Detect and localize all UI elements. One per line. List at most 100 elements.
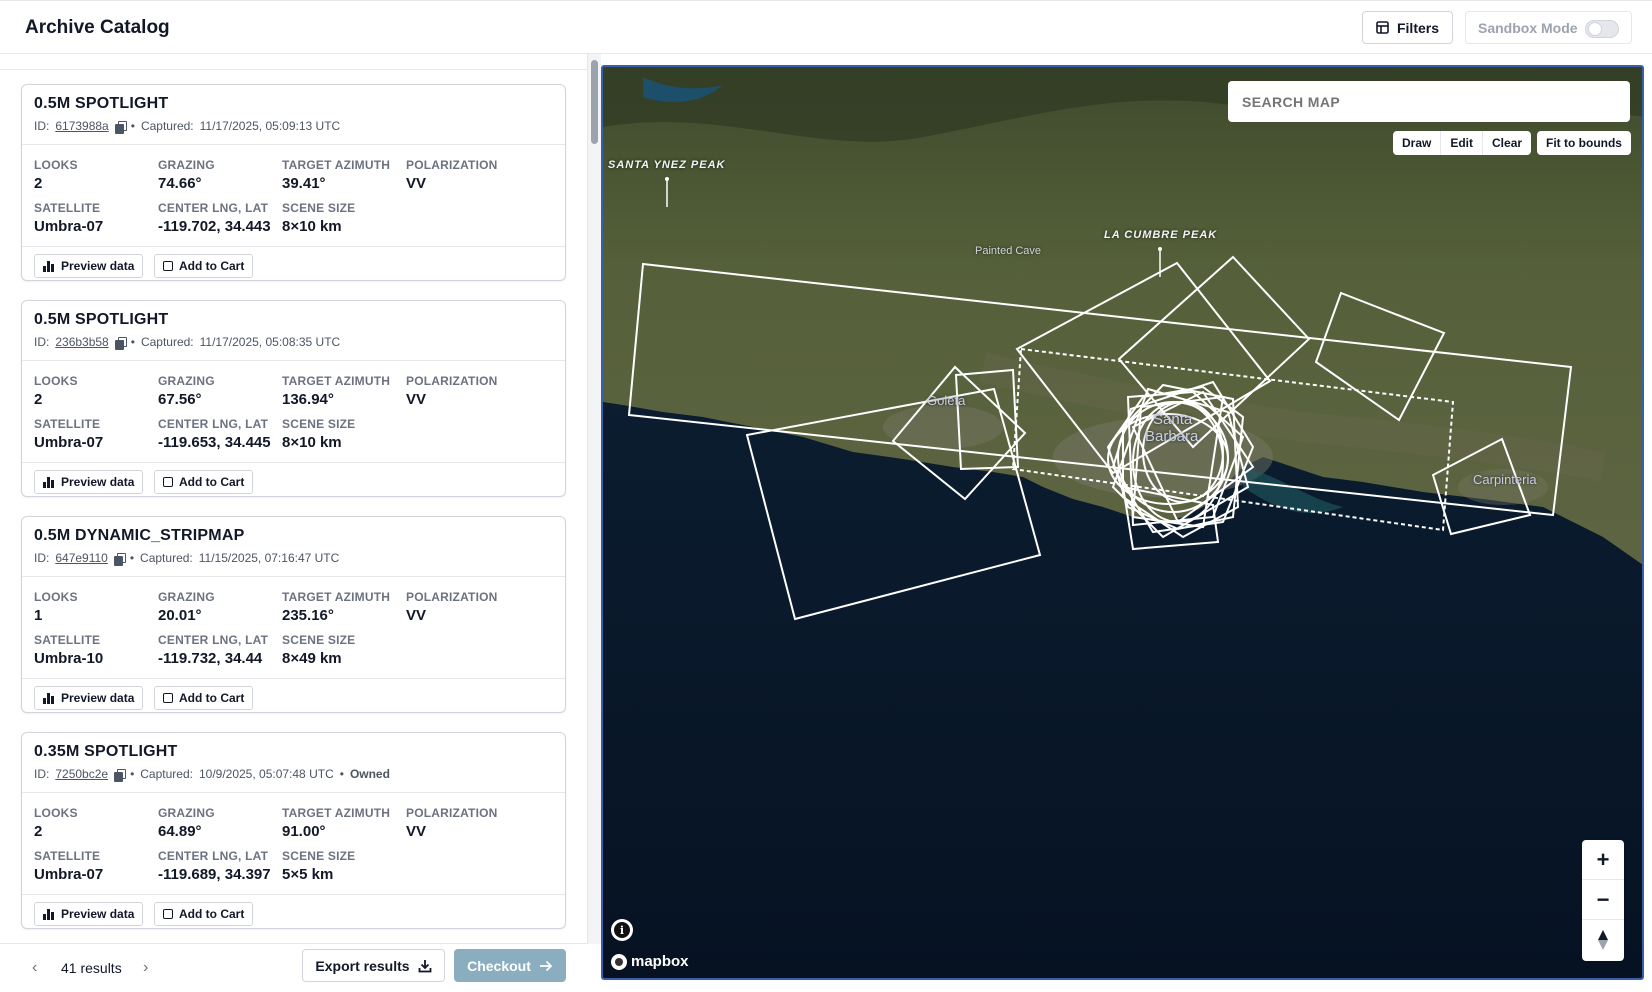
target-azimuth-value: 91.00°	[282, 823, 326, 840]
toggle-switch[interactable]	[1585, 20, 1619, 38]
preview-data-label: Preview data	[61, 259, 135, 273]
captured-date: 11/17/2025, 05:08:35 UTC	[199, 335, 341, 349]
id-prefix: ID:	[34, 335, 50, 349]
result-card[interactable]: 0.5M SPOTLIGHT ID: 236b3b58 • Captured: 11/17…	[21, 300, 566, 497]
results-scrollbar[interactable]	[587, 54, 601, 944]
looks-label: LOOKS	[34, 806, 78, 820]
previous-page-icon[interactable]: ‹	[32, 959, 37, 977]
satellite-value: Umbra-07	[34, 434, 104, 451]
export-label: Export results	[315, 957, 410, 974]
polarization-value: VV	[406, 391, 427, 408]
edit-button[interactable]: Edit	[1441, 131, 1484, 155]
meta-separator: •	[130, 335, 135, 349]
preview-data-label: Preview data	[61, 475, 135, 489]
polarization-label: POLARIZATION	[406, 590, 498, 604]
result-meta: ID: 7250bc2e • Captured: 10/9/2025, 05:07:48…	[34, 767, 390, 782]
preview-data-button[interactable]: Preview data	[34, 902, 144, 926]
divider	[0, 69, 587, 70]
copy-icon[interactable]	[114, 336, 127, 350]
draw-button[interactable]: Draw	[1393, 131, 1442, 155]
captured-prefix: Captured:	[140, 119, 194, 133]
satellite-label: SATELLITE	[34, 417, 101, 431]
polarization-value: VV	[406, 607, 427, 624]
filters-button[interactable]: Filters	[1362, 11, 1453, 44]
preview-data-button[interactable]: Preview data	[34, 686, 144, 710]
results-panel: 0.5M SPOTLIGHT ID: 6173988a • Captured: 11/17…	[0, 54, 588, 944]
polarization-value: VV	[406, 823, 427, 840]
scene-size-value: 8×49 km	[282, 650, 342, 667]
sandbox-label: Sandbox Mode	[1478, 19, 1578, 36]
add-to-cart-button[interactable]: Add to Cart	[154, 686, 254, 710]
result-id-link[interactable]: 647e9110	[55, 551, 108, 565]
preview-data-button[interactable]: Preview data	[34, 470, 144, 494]
result-card[interactable]: 0.5M DYNAMIC_STRIPMAP ID: 647e9110 • Capture…	[21, 516, 566, 713]
looks-label: LOOKS	[34, 590, 78, 604]
meta-separator: •	[130, 119, 135, 133]
checkout-button[interactable]: Checkout	[454, 949, 566, 982]
add-to-cart-button[interactable]: Add to Cart	[154, 902, 254, 926]
filter-icon	[1376, 21, 1389, 34]
divider	[22, 144, 565, 145]
chart-icon	[43, 260, 55, 272]
meta-separator: •	[129, 551, 135, 565]
scene-size-label: SCENE SIZE	[282, 201, 356, 215]
zoom-in-icon[interactable]: +	[1582, 840, 1624, 880]
result-meta: ID: 6173988a • Captured: 11/17/2025, 05:09:1…	[34, 119, 340, 134]
scene-size-value: 8×10 km	[282, 434, 342, 451]
result-title: 0.5M SPOTLIGHT	[34, 95, 169, 112]
center-value: -119.653, 34.445	[158, 434, 271, 451]
id-prefix: ID:	[34, 767, 50, 781]
satellite-label: SATELLITE	[34, 849, 101, 863]
download-icon	[418, 959, 431, 972]
map-label-la-cumbre-peak: LA CUMBRE PEAK	[1104, 229, 1218, 241]
center-label: CENTER LNG, LAT	[158, 633, 269, 647]
map-label-goleta: Goleta	[927, 393, 966, 408]
clear-button[interactable]: Clear	[1483, 131, 1531, 155]
looks-value: 2	[34, 175, 43, 192]
result-card[interactable]: 0.35M SPOTLIGHT ID: 7250bc2e • Captured: 10/9…	[21, 732, 566, 929]
grazing-label: GRAZING	[158, 158, 215, 172]
divider	[22, 360, 565, 361]
compass-reset-icon[interactable]	[1582, 920, 1624, 960]
grazing-value: 67.56°	[158, 391, 202, 408]
results-count: 41 results	[61, 960, 122, 976]
looks-label: LOOKS	[34, 158, 78, 172]
result-id-link[interactable]: 7250bc2e	[55, 767, 108, 781]
export-results-button[interactable]: Export results	[302, 949, 445, 982]
add-to-cart-button[interactable]: Add to Cart	[154, 470, 254, 494]
copy-icon[interactable]	[113, 552, 126, 566]
center-value: -119.689, 34.397	[158, 866, 271, 883]
grazing-label: GRAZING	[158, 806, 215, 820]
meta-separator: •	[130, 767, 135, 781]
map-label-carpinteria: Carpinteria	[1473, 472, 1537, 487]
satellite-basemap	[603, 67, 1642, 978]
map-label-santa-ynez-peak: SANTA YNEZ PEAK	[608, 159, 726, 171]
result-id-link[interactable]: 236b3b58	[55, 335, 108, 349]
scroll-thumb[interactable]	[591, 60, 598, 144]
divider	[22, 462, 565, 463]
zoom-controls: + −	[1582, 840, 1624, 961]
map-view[interactable]: SANTA YNEZ PEAK LA CUMBRE PEAK Painted C…	[601, 65, 1644, 980]
polarization-label: POLARIZATION	[406, 374, 498, 388]
info-icon[interactable]: i	[611, 919, 633, 941]
target-azimuth-label: TARGET AZIMUTH	[282, 374, 391, 388]
fit-to-bounds-button[interactable]: Fit to bounds	[1537, 131, 1631, 155]
zoom-out-icon[interactable]: −	[1582, 880, 1624, 920]
satellite-value: Umbra-10	[34, 650, 104, 667]
preview-data-label: Preview data	[61, 907, 135, 921]
sandbox-mode-toggle[interactable]: Sandbox Mode	[1465, 11, 1632, 44]
map-search-input[interactable]	[1228, 81, 1630, 122]
copy-icon[interactable]	[114, 768, 127, 782]
copy-icon[interactable]	[114, 120, 127, 134]
checkbox-icon	[163, 477, 173, 487]
result-card[interactable]: 0.5M SPOTLIGHT ID: 6173988a • Captured: 11/17…	[21, 84, 566, 281]
target-azimuth-label: TARGET AZIMUTH	[282, 590, 391, 604]
add-to-cart-button[interactable]: Add to Cart	[154, 254, 254, 278]
result-id-link[interactable]: 6173988a	[55, 119, 108, 133]
preview-data-button[interactable]: Preview data	[34, 254, 144, 278]
polarization-label: POLARIZATION	[406, 158, 498, 172]
next-page-icon[interactable]: ›	[143, 959, 148, 977]
center-label: CENTER LNG, LAT	[158, 417, 269, 431]
add-to-cart-label: Add to Cart	[179, 259, 245, 273]
grazing-label: GRAZING	[158, 374, 215, 388]
